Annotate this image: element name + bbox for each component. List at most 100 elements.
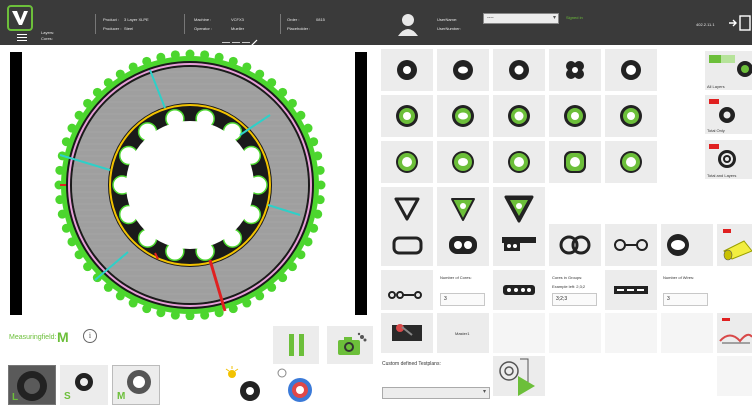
gear-tooth bbox=[74, 110, 84, 120]
thumbnail-letter: M bbox=[117, 391, 126, 402]
chevron-down-icon: ▾ bbox=[482, 389, 486, 395]
signed-in-status: Signed in bbox=[566, 15, 583, 20]
shape-grid bbox=[381, 49, 752, 396]
cores-label: Cores: bbox=[41, 36, 53, 41]
gear-tooth bbox=[142, 304, 152, 314]
gear-tooth bbox=[313, 151, 323, 161]
gear-tooth bbox=[128, 298, 138, 308]
operator-value: Mueller bbox=[231, 26, 245, 31]
cores-in-groups-input[interactable]: 3;2;3 bbox=[552, 293, 597, 306]
gear-tooth bbox=[103, 78, 113, 88]
number-of-wires-label: Number of Wires: bbox=[663, 275, 695, 280]
thumbnail-medium[interactable]: M bbox=[112, 365, 160, 405]
thumbnail-letter: L bbox=[12, 392, 19, 403]
hamburger-icon[interactable] bbox=[17, 34, 27, 42]
gear-tooth bbox=[303, 123, 313, 133]
gear-tooth bbox=[128, 62, 138, 72]
gear-tooth bbox=[242, 62, 252, 72]
thumbnail-small[interactable]: S bbox=[60, 365, 108, 405]
top-bar: Layers: Cores: Product : 3 Layer XLPE Pr… bbox=[0, 0, 752, 47]
total-and-layers-button[interactable]: Total and Layers bbox=[705, 140, 752, 179]
operator-label: Operator : bbox=[194, 26, 213, 31]
gear-tooth bbox=[316, 180, 326, 190]
edit-pen-icon[interactable] bbox=[222, 34, 258, 47]
gear-tooth bbox=[309, 223, 319, 233]
gear-tooth bbox=[115, 291, 125, 301]
gear-tooth bbox=[170, 50, 180, 60]
gear-tooth bbox=[74, 250, 84, 260]
total-only-button[interactable]: Total Only bbox=[705, 95, 752, 134]
gear-tooth bbox=[214, 308, 224, 318]
gear-tooth bbox=[267, 78, 277, 88]
app-logo bbox=[7, 5, 33, 31]
cores-in-groups-example: Example left: 2;3;2 bbox=[552, 284, 586, 289]
divider bbox=[280, 14, 281, 34]
gear-tooth bbox=[115, 69, 125, 79]
gear-tooth bbox=[142, 56, 152, 66]
logout-arrow-icon[interactable] bbox=[728, 15, 752, 31]
order-label: Order : bbox=[287, 17, 300, 22]
master-label: Master1 bbox=[455, 331, 470, 336]
gear-tooth bbox=[296, 250, 306, 260]
product-value: 3 Layer XLPE bbox=[124, 17, 149, 22]
cable-cross-section-view bbox=[0, 45, 378, 320]
placeholder-label: Placeholder : bbox=[287, 26, 311, 31]
version-label: 402.2.11.1 bbox=[696, 22, 715, 27]
gear-tooth bbox=[315, 165, 325, 175]
thumbnail-large[interactable]: L bbox=[8, 365, 56, 405]
gear-tooth bbox=[303, 237, 313, 247]
shape-tile-flat[interactable] bbox=[381, 224, 433, 266]
chevron-down-icon: ▾ bbox=[552, 15, 556, 21]
producer-value: Steel bbox=[124, 26, 134, 31]
number-of-cores-label: Number of Cores: bbox=[440, 275, 472, 280]
gear-tooth bbox=[67, 237, 77, 247]
light-source-button[interactable] bbox=[220, 365, 266, 405]
gear-tooth bbox=[313, 209, 323, 219]
pause-button[interactable] bbox=[273, 326, 319, 364]
user-select[interactable]: ---- ▾ bbox=[483, 13, 559, 24]
gear-tooth bbox=[61, 137, 71, 147]
gear-tooth bbox=[92, 87, 102, 97]
machine-label: Machine : bbox=[194, 17, 212, 22]
layers-label: Layers: bbox=[41, 30, 55, 35]
username-label: UserName: bbox=[437, 17, 458, 22]
camera-button[interactable] bbox=[327, 326, 373, 364]
gear-tooth bbox=[200, 50, 210, 60]
shape-tile-cores-dots[interactable] bbox=[381, 270, 433, 310]
shape-tile-figure-eight[interactable] bbox=[549, 224, 601, 266]
all-layers-button[interactable]: All Layers bbox=[705, 51, 752, 90]
number-of-cores-input[interactable]: 3 bbox=[440, 293, 485, 306]
pause-icon bbox=[289, 334, 305, 356]
gear-tooth bbox=[287, 262, 297, 272]
custom-testplans-select[interactable]: ▾ bbox=[382, 387, 490, 399]
gear-tooth bbox=[278, 273, 288, 283]
info-icon[interactable]: i bbox=[83, 329, 97, 343]
divider bbox=[95, 14, 96, 34]
gear-tooth bbox=[214, 52, 224, 62]
gear-tooth bbox=[55, 165, 65, 175]
gear-tooth bbox=[185, 49, 195, 59]
shape-tile-triangle[interactable] bbox=[381, 187, 433, 229]
gear-tooth bbox=[242, 298, 252, 308]
back-light-button[interactable] bbox=[270, 365, 322, 405]
gear-tooth bbox=[200, 310, 210, 320]
user-select-value: ---- bbox=[487, 15, 494, 21]
gear-tooth bbox=[61, 223, 71, 233]
gear-tooth bbox=[156, 52, 166, 62]
gear-tooth bbox=[228, 56, 238, 66]
product-label: Product : bbox=[103, 17, 120, 22]
machine-value: VCFX3 bbox=[231, 17, 244, 22]
gear-tooth bbox=[255, 291, 265, 301]
gear-tooth bbox=[156, 308, 166, 318]
gear-tooth bbox=[228, 304, 238, 314]
number-of-wires-input[interactable]: 3 bbox=[663, 293, 708, 306]
cable-ring-image bbox=[54, 49, 326, 320]
total-only-label: Total Only bbox=[707, 128, 725, 133]
divider bbox=[184, 14, 185, 34]
measuring-field-label: Measuringfield: bbox=[9, 334, 57, 341]
gear-tooth bbox=[278, 87, 288, 97]
total-and-layers-label: Total and Layers bbox=[707, 173, 737, 178]
cores-in-groups-label: Cores in Groups: bbox=[552, 275, 583, 280]
thumbnail-letter: S bbox=[64, 391, 71, 402]
producer-label: Producer : bbox=[103, 26, 122, 31]
